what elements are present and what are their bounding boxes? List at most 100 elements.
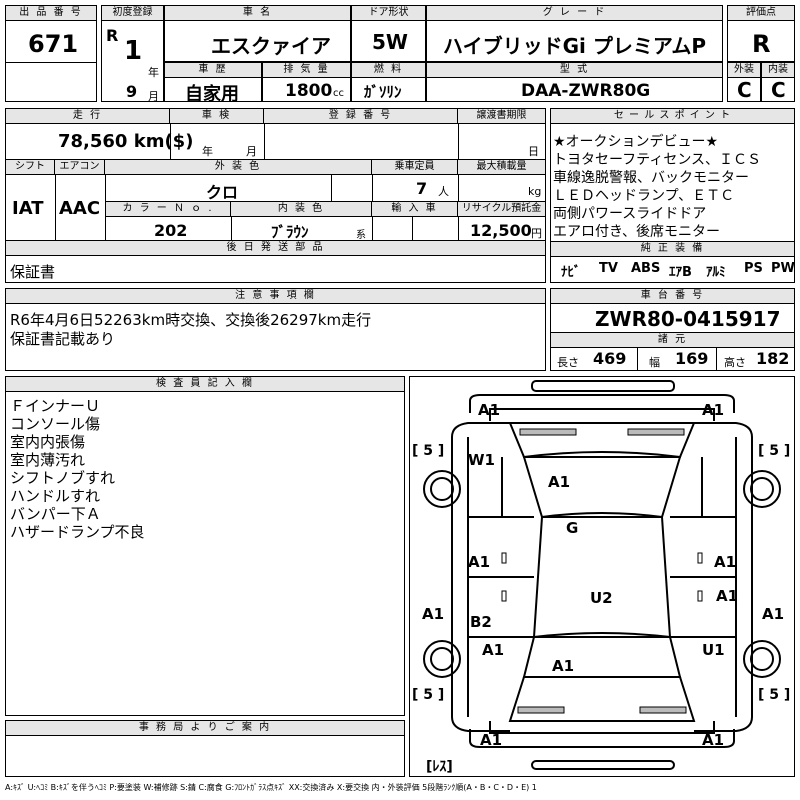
sales-point-6: エアロ付き、後席モニター	[553, 224, 721, 240]
inspection-header: 車 検	[170, 109, 264, 124]
later-parts: 保証書	[10, 263, 56, 281]
length-label: 長さ	[557, 356, 579, 369]
interior-grade-box: 内装 C	[761, 62, 795, 102]
sales-points-header: セ ー ル ス ポ イ ン ト	[551, 109, 794, 124]
tire-depth-rear-left: [ 5 ]	[412, 687, 444, 703]
tire-depth-rear-right: [ 5 ]	[758, 687, 790, 703]
model-code-box: 型 式 DAA-ZWR80G	[426, 62, 723, 102]
reg-no-header: 登 録 番 号	[264, 109, 458, 124]
office-header: 事 務 局 よ り ご 案 内	[6, 721, 404, 736]
interior-grade: C	[771, 78, 786, 102]
grade-box: グ レ ー ド ハイブリッドGi プレミアムP	[426, 5, 723, 62]
load-unit: kg	[528, 185, 542, 198]
mark-rear-door-right: A1	[716, 587, 738, 605]
exterior-grade-box: 外装 C	[727, 62, 761, 102]
shift: IAT	[12, 198, 44, 219]
first-registration-box: 初度登録 R 1 年 9 月	[101, 5, 164, 103]
sales-point-4: ＬＥＤヘッドランプ、ＥＴＣ	[553, 188, 735, 204]
capacity-unit: 人	[438, 185, 449, 198]
note-1: R6年4月6日52263km時交換、交換後26297km走行	[10, 311, 372, 329]
car-name: エスクァイア	[211, 34, 331, 58]
office-box: 事 務 局 よ り ご 案 内	[5, 720, 405, 777]
recycle-unit: 円	[531, 227, 542, 240]
color-header: 外 装 色	[105, 160, 372, 175]
mark-front-door-left: A1	[468, 553, 490, 571]
mark-side-right: A1	[762, 605, 784, 623]
registration-month: 9	[126, 82, 138, 101]
mark-rear-bumper-left: A1	[480, 731, 502, 749]
displacement-box: 排 気 量 1800 cc	[262, 62, 351, 102]
mark-quarter-right: U1	[702, 641, 725, 659]
registration-year: 1	[124, 36, 143, 66]
width-label: 幅	[649, 356, 660, 369]
year-unit: 年	[148, 66, 159, 79]
note-2: 保証書記載あり	[10, 330, 116, 348]
mark-windshield: G	[566, 519, 578, 537]
width: 169	[675, 349, 709, 368]
sales-point-2: トヨタセーフティセンス、ＩＣＳ	[553, 152, 762, 168]
mark-front-bumper-left: A1	[478, 401, 500, 419]
transfer-day-unit: 日	[528, 145, 539, 158]
import-header: 輸 入 車	[372, 202, 458, 217]
lot-number: 671	[28, 30, 79, 58]
equipment-alloy: ｱﾙﾐ	[706, 265, 726, 280]
fuel: ｶﾞｿﾘﾝ	[364, 83, 402, 101]
aircon-header: エアコン	[55, 160, 105, 175]
exterior-header: 外装	[728, 63, 760, 78]
damage-diagram: [ 5 ] [ 5 ] [ 5 ] [ 5 ] [ﾚｽ] A1 A1 W1 A1…	[409, 376, 795, 777]
chassis-number: ZWR80-0415917	[595, 307, 781, 331]
recycle-header: リサイクル預託金	[458, 202, 545, 217]
fuel-box: 燃 料 ｶﾞｿﾘﾝ	[351, 62, 426, 102]
score: R	[752, 30, 771, 58]
tire-depth-front-left: [ 5 ]	[412, 443, 444, 459]
aircon: AAC	[59, 198, 101, 219]
legend: A:ｷｽﾞ U:ﾍｺﾐ B:ｷｽﾞを伴うﾍｺﾐ P:要塗装 W:補修跡 S:錆 …	[5, 783, 537, 792]
inspection-month-unit: 月	[246, 145, 257, 158]
car-outline: [ 5 ] [ 5 ] [ 5 ] [ 5 ] [ﾚｽ] A1 A1 W1 A1…	[412, 380, 790, 775]
inspector-header: 検 査 員 記 入 欄	[6, 377, 404, 392]
car-name-header: 車 名	[165, 6, 350, 21]
equipment-airbag: ｴｱB	[669, 265, 692, 280]
door-header: ドア形状	[352, 6, 425, 21]
displacement-unit: cc	[333, 88, 344, 99]
inspection-year-unit: 年	[202, 145, 213, 158]
equipment-abs: ABS	[631, 261, 661, 276]
mileage-header: 走 行	[6, 109, 170, 124]
car-name-box: 車 名 エスクァイア	[164, 5, 351, 62]
score-box: 評価点 R	[727, 5, 795, 62]
fuel-header: 燃 料	[352, 63, 425, 78]
equipment-navi: ﾅﾋﾞ	[561, 265, 581, 280]
exterior-grade: C	[737, 78, 752, 102]
door-type: 5W	[372, 30, 408, 54]
mark-roof: U2	[590, 589, 613, 607]
notes-header: 注 意 事 項 欄	[6, 289, 545, 304]
model-code-header: 型 式	[427, 63, 722, 78]
mark-rear-bumper-right: A1	[702, 731, 724, 749]
sales-point-3: 車線逸脱警報、バックモニター	[553, 170, 749, 186]
mark-front-bumper-right: A1	[702, 401, 724, 419]
spare-tire: [ﾚｽ]	[426, 759, 453, 775]
details-block: 走 行 車 検 登 録 番 号 譲渡書期限 78,560 km($) 年 月 日…	[5, 108, 546, 283]
mark-tailgate: A1	[552, 657, 574, 675]
height-label: 高さ	[724, 356, 746, 369]
mark-front-fender-left: W1	[468, 451, 495, 469]
length: 469	[593, 349, 627, 368]
later-parts-header: 後 日 発 送 部 品	[6, 241, 545, 256]
notes-box: 注 意 事 項 欄 R6年4月6日52263km時交換、交換後26297km走行…	[5, 288, 546, 371]
interior-header: 内装	[762, 63, 794, 78]
door-box: ドア形状 5W	[351, 5, 426, 62]
height: 182	[756, 349, 790, 368]
mileage: 78,560 km($)	[58, 131, 194, 152]
color-no: 202	[154, 221, 188, 240]
sales-point-5: 両側パワースライドドア	[553, 206, 707, 222]
mark-hood: A1	[548, 473, 570, 491]
sales-point-1: ★オークションデビュー★	[553, 134, 719, 150]
equipment-pw: PW	[771, 261, 795, 276]
mark-rear-door-left: B2	[470, 613, 492, 631]
interior-color-header: 内 装 色	[231, 202, 372, 217]
displacement-header: 排 気 量	[263, 63, 350, 78]
tire-depth-front-right: [ 5 ]	[758, 443, 790, 459]
interior-color-unit: 系	[356, 230, 366, 241]
specs-header: 諸 元	[551, 333, 794, 348]
grade: ハイブリッドGi プレミアムP	[443, 34, 707, 58]
